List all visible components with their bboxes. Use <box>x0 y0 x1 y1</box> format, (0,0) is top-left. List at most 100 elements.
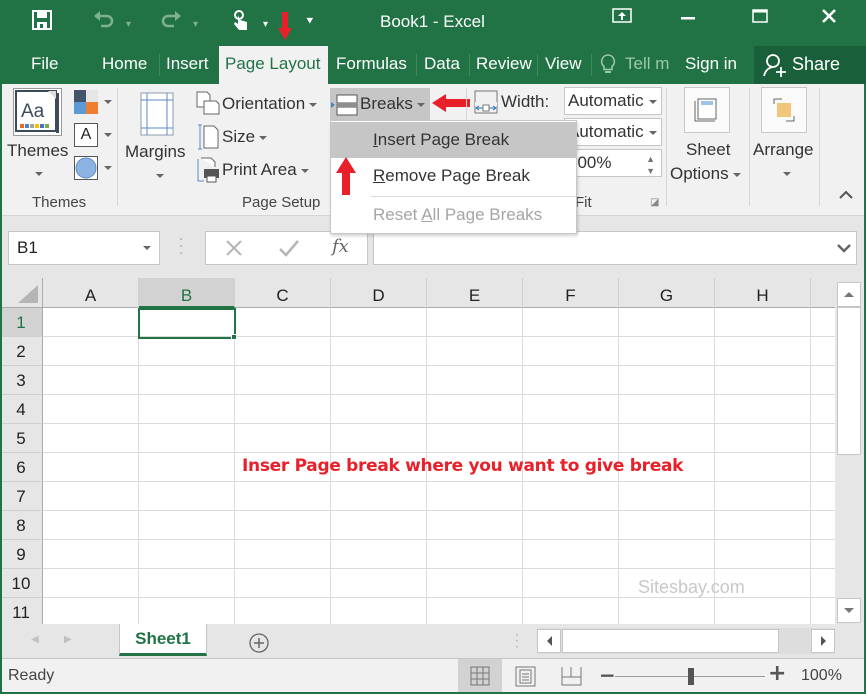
width-dropdown[interactable]: Automatic <box>564 87 662 115</box>
row-header-1[interactable]: 1 <box>0 308 43 337</box>
new-sheet-icon[interactable] <box>248 632 270 658</box>
column-header-a[interactable]: A <box>43 278 139 308</box>
minimize-icon[interactable] <box>668 8 708 29</box>
tab-formulas[interactable]: Formulas <box>330 46 413 84</box>
fill-handle[interactable] <box>231 334 237 340</box>
insert-function-button[interactable]: fx <box>332 236 349 257</box>
cancel-icon[interactable] <box>224 238 244 262</box>
name-box-dropdown-icon[interactable] <box>143 246 151 250</box>
arrange-label[interactable]: Arrange <box>753 140 813 160</box>
row-header-11[interactable]: 11 <box>0 598 43 627</box>
zoom-in-button[interactable]: + <box>768 661 786 686</box>
formula-input[interactable] <box>373 231 857 265</box>
column-header-g[interactable]: G <box>619 278 715 308</box>
row-header-8[interactable]: 8 <box>0 511 43 540</box>
print-area-button[interactable]: Print Area <box>222 160 309 180</box>
margins-icon[interactable] <box>140 92 174 140</box>
tell-me-search[interactable]: Tell m <box>619 46 675 84</box>
scroll-sheets-left-icon[interactable]: ◀ <box>31 634 39 645</box>
column-header-d[interactable]: D <box>331 278 427 308</box>
tab-split-grip[interactable]: · · · <box>515 629 519 653</box>
effects-icon[interactable] <box>74 156 98 180</box>
sheet-options-label-2[interactable]: Options <box>670 164 741 184</box>
scroll-down-button[interactable] <box>837 598 861 623</box>
vertical-scrollbar[interactable] <box>835 278 866 624</box>
tab-file[interactable]: File <box>25 46 64 84</box>
redo-dropdown-icon[interactable]: ▾ <box>193 14 198 36</box>
arrange-icon[interactable] <box>761 87 807 133</box>
scale-spinner[interactable]: 100% ▲ ▼ <box>564 149 662 177</box>
row-header-7[interactable]: 7 <box>0 482 43 511</box>
save-icon[interactable] <box>32 10 52 34</box>
sheet-options-icon[interactable] <box>684 87 730 133</box>
themes-label[interactable]: Themes <box>7 141 68 161</box>
margins-label[interactable]: Margins <box>125 142 185 162</box>
close-icon[interactable] <box>809 8 849 29</box>
maximize-icon[interactable] <box>740 8 780 29</box>
sheet-options-label-1[interactable]: Sheet <box>686 140 730 160</box>
selected-cell-b1[interactable] <box>138 308 236 339</box>
ribbon-display-options-icon[interactable] <box>602 8 642 29</box>
enter-icon[interactable] <box>278 238 300 262</box>
menu-item-insert-page-break[interactable]: Insert Page Break <box>331 122 576 158</box>
vertical-scroll-thumb[interactable] <box>837 307 861 455</box>
redo-icon[interactable] <box>160 10 182 34</box>
undo-dropdown-icon[interactable]: ▾ <box>126 14 131 36</box>
tab-view[interactable]: View <box>539 46 588 84</box>
page-break-preview-button[interactable] <box>561 666 583 692</box>
customize-qat-icon[interactable]: ⯆ <box>305 10 315 32</box>
scroll-right-button[interactable] <box>811 629 835 653</box>
expand-formula-bar-icon[interactable] <box>836 240 852 259</box>
spin-down-icon[interactable]: ▼ <box>646 158 655 176</box>
undo-icon[interactable] <box>93 10 115 34</box>
collapse-ribbon-icon[interactable] <box>838 188 854 204</box>
zoom-slider-thumb[interactable] <box>688 668 694 685</box>
worksheet-grid[interactable] <box>0 278 835 624</box>
orientation-icon[interactable] <box>196 91 220 119</box>
size-button[interactable]: Size <box>222 127 268 147</box>
row-header-9[interactable]: 9 <box>0 540 43 569</box>
sheet-tab-sheet1[interactable]: Sheet1 <box>119 624 207 656</box>
colors-icon[interactable] <box>74 90 98 118</box>
scroll-sheets-right-icon[interactable]: ▶ <box>64 634 72 645</box>
resize-grip-icon[interactable]: · · · <box>179 233 183 261</box>
touch-mode-icon[interactable] <box>231 10 251 36</box>
normal-view-button[interactable] <box>458 659 502 694</box>
row-header-10[interactable]: 10 <box>0 569 43 598</box>
row-header-4[interactable]: 4 <box>0 395 43 424</box>
fonts-icon[interactable]: A <box>74 123 98 147</box>
column-header-c[interactable]: C <box>235 278 331 308</box>
scroll-left-button[interactable] <box>537 629 561 653</box>
column-header-e[interactable]: E <box>427 278 523 308</box>
zoom-level[interactable]: 100% <box>801 667 842 685</box>
row-header-5[interactable]: 5 <box>0 424 43 453</box>
menu-item-remove-page-break[interactable]: Remove Page Break <box>331 158 576 194</box>
tab-insert[interactable]: Insert <box>160 46 215 84</box>
tab-data[interactable]: Data <box>418 46 466 84</box>
orientation-button[interactable]: Orientation <box>222 94 318 114</box>
column-header-b[interactable]: B <box>139 278 235 308</box>
row-header-3[interactable]: 3 <box>0 366 43 395</box>
print-area-icon[interactable] <box>196 157 220 187</box>
horizontal-scrollbar[interactable] <box>537 628 835 654</box>
horizontal-scroll-thumb[interactable] <box>562 629 779 653</box>
size-icon[interactable] <box>198 124 220 154</box>
row-header-2[interactable]: 2 <box>0 337 43 366</box>
zoom-out-button[interactable]: − <box>599 663 616 687</box>
tab-home[interactable]: Home <box>96 46 153 84</box>
themes-button[interactable]: Aa <box>13 88 62 136</box>
name-box[interactable]: B1 <box>8 231 160 265</box>
scroll-up-button[interactable] <box>837 282 861 307</box>
column-header-h[interactable]: H <box>715 278 811 308</box>
share-button[interactable]: Share <box>754 46 866 84</box>
column-header-f[interactable]: F <box>523 278 619 308</box>
dialog-launcher-icon[interactable]: ◪ <box>650 197 659 208</box>
select-all-button[interactable] <box>0 278 43 308</box>
tab-review[interactable]: Review <box>470 46 538 84</box>
tab-page-layout[interactable]: Page Layout <box>219 46 328 84</box>
sign-in-link[interactable]: Sign in <box>679 46 743 84</box>
breaks-button[interactable]: Breaks <box>330 88 430 120</box>
touch-dropdown-icon[interactable]: ▾ <box>263 14 268 36</box>
row-header-6[interactable]: 6 <box>0 453 43 482</box>
height-dropdown[interactable]: Automatic <box>564 118 662 146</box>
